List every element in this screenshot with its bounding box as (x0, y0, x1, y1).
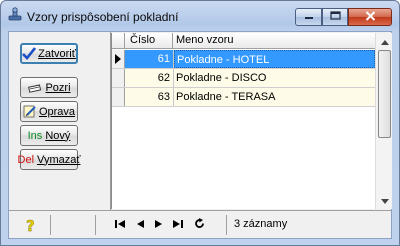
ins-shortcut: Ins (27, 129, 43, 142)
maximize-button[interactable] (322, 8, 348, 26)
checkmark-icon (22, 47, 37, 60)
header-indicator-cell (112, 33, 125, 49)
cell-cislo: 63 (125, 88, 174, 106)
window-title: Vzory prispôsobení pokladní (27, 10, 179, 24)
scroll-down-button[interactable] (377, 192, 392, 209)
oprava-label: Oprava (38, 105, 76, 118)
record-count: 3 záznamy (234, 218, 288, 230)
status-separator (50, 215, 51, 235)
del-shortcut: Del (17, 153, 35, 166)
vymazat-button[interactable]: Del Vymazať (17, 149, 81, 170)
oprava-button[interactable]: Oprava (20, 101, 78, 122)
cell-cislo: 61 (125, 50, 174, 68)
vymazat-label: Vymazať (37, 153, 81, 166)
scroll-up-icon (380, 36, 389, 48)
next-record-button[interactable] (152, 218, 166, 232)
title-bar[interactable]: Vzory prispôsobení pokladní (1, 1, 399, 31)
row-indicator (112, 50, 125, 68)
close-button[interactable] (348, 8, 392, 26)
status-bar: ? 3 záznamy (9, 210, 391, 238)
last-record-button[interactable] (171, 218, 185, 232)
dialog-client-area: Zatvoriť Pozri Oprava Ins Nový Del Vymaz… (8, 31, 392, 239)
cell-meno: Pokladne - TERASA (176, 91, 276, 103)
refresh-icon (194, 218, 205, 232)
last-record-icon (173, 219, 183, 231)
status-separator (226, 215, 227, 235)
svg-text:?: ? (26, 217, 35, 233)
scroll-up-button[interactable] (377, 33, 392, 50)
records-grid[interactable]: Číslo Meno vzoru 61 Pokladne - HOTEL 62 … (111, 33, 392, 209)
novy-button[interactable]: Ins Nový (20, 125, 78, 146)
row-divider (112, 106, 375, 107)
scrollbar-thumb[interactable] (378, 50, 391, 138)
vertical-scrollbar[interactable] (375, 33, 392, 209)
next-record-icon (155, 219, 163, 231)
scroll-down-icon (380, 195, 389, 207)
cell-cislo: 62 (125, 69, 174, 87)
column-header-meno[interactable]: Meno vzoru (174, 33, 374, 49)
cell-meno: Pokladne - HOTEL (174, 50, 375, 68)
table-row[interactable]: 62 Pokladne - DISCO (112, 69, 375, 87)
table-row[interactable]: 61 Pokladne - HOTEL (112, 50, 375, 68)
stamp-icon (7, 7, 23, 23)
previous-record-button[interactable] (133, 218, 147, 232)
minimize-button[interactable] (295, 8, 322, 26)
status-separator (95, 215, 96, 235)
zatvorit-label: Zatvoriť (38, 47, 76, 60)
first-record-icon (115, 219, 125, 231)
close-icon (365, 10, 376, 24)
row-indicator (112, 88, 125, 106)
cell-meno: Pokladne - DISCO (176, 72, 267, 84)
refresh-button[interactable] (192, 218, 206, 232)
grid-header: Číslo Meno vzoru (112, 33, 375, 49)
previous-record-icon (136, 219, 144, 231)
novy-label: Nový (45, 129, 71, 142)
glasses-icon (27, 83, 43, 93)
first-record-button[interactable] (113, 218, 127, 232)
zatvorit-button[interactable]: Zatvoriť (20, 43, 78, 64)
pozri-button[interactable]: Pozri (20, 77, 78, 98)
pozri-label: Pozri (45, 81, 71, 94)
table-row[interactable]: 63 Pokladne - TERASA (112, 88, 375, 106)
maximize-icon (329, 11, 341, 23)
help-icon[interactable]: ? (23, 217, 39, 235)
edit-icon (23, 105, 37, 118)
column-header-cislo[interactable]: Číslo (125, 33, 173, 49)
minimize-icon (304, 11, 314, 23)
dialog-window: Vzory prispôsobení pokladní Zatvoriť Poz… (0, 0, 400, 246)
row-indicator (112, 69, 125, 87)
